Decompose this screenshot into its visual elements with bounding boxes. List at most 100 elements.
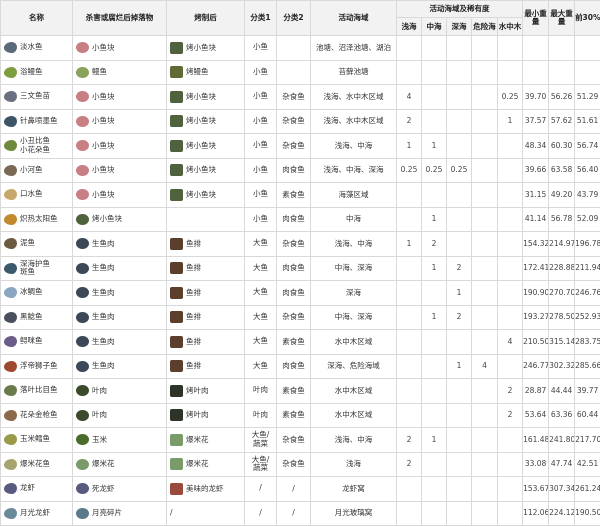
- table-row: 针鼻喷墨鱼小鱼块烤小鱼块小鱼杂食鱼浅海、水中木区域2137.5757.6251.…: [1, 109, 600, 134]
- sea-rarity: [472, 207, 498, 232]
- cooked-item-icon: [170, 91, 183, 103]
- table-row: 口水鱼小鱼块烤小鱼块小鱼素食鱼海藻区域31.1549.2043.79: [1, 183, 600, 208]
- drop-item-icon: [76, 238, 89, 249]
- cooked-item-icon: [170, 115, 183, 127]
- drop-item-icon: [76, 116, 89, 127]
- drop-item-icon: [76, 483, 89, 494]
- header-top30: 前30%: [575, 1, 600, 36]
- sea-rarity: [422, 477, 447, 502]
- header-drop: 杀害或腐烂后掉落物: [73, 1, 167, 36]
- max-weight: [549, 60, 575, 85]
- sea-rarity: [498, 158, 523, 183]
- top30-weight: 56.74: [575, 134, 600, 159]
- category-1: 小鱼: [245, 207, 277, 232]
- table-row: 淡水鱼小鱼块烤小鱼块小鱼池塘、沼泽池塘、湖泊: [1, 36, 600, 61]
- max-weight: 241.80: [549, 428, 575, 453]
- drop-item-icon: [76, 67, 89, 78]
- sea-rarity: [472, 452, 498, 477]
- activity-area: 浅海、中海: [311, 232, 397, 257]
- sea-rarity: [447, 183, 472, 208]
- cooked-item-label: 鱼排: [186, 264, 201, 272]
- category-2: 肉食鱼: [277, 256, 311, 281]
- cooked-item-label: 鱼排: [186, 313, 201, 321]
- min-weight: 39.66: [523, 158, 549, 183]
- category-2: [277, 36, 311, 61]
- fish-icon: [4, 140, 17, 151]
- cooked-item-label: 鱼排: [186, 338, 201, 346]
- drop-item-label: 生鱼肉: [92, 338, 115, 346]
- sea-rarity: [498, 207, 523, 232]
- table-row: 落叶比目鱼叶肉烤叶肉叶肉素食鱼水中木区域228.8744.4439.77: [1, 379, 600, 404]
- top30-weight: [575, 60, 600, 85]
- sea-rarity: [447, 232, 472, 257]
- sea-rarity: [397, 379, 422, 404]
- sea-rarity: [397, 60, 422, 85]
- drop-item-label: 玉米: [92, 436, 107, 444]
- top30-weight: 261.24: [575, 477, 600, 502]
- min-weight: 153.67: [523, 477, 549, 502]
- table-row: 小河鱼小鱼块烤小鱼块小鱼肉食鱼浅海、中海、深海0.250.250.2539.66…: [1, 158, 600, 183]
- cooked-item-icon: [170, 164, 183, 176]
- table-row: 三文鱼苗小鱼块烤小鱼块小鱼杂食鱼浅海、水中木区域40.2539.7056.265…: [1, 85, 600, 110]
- fish-icon: [4, 263, 17, 274]
- fish-name: 鲟咪鱼: [20, 337, 43, 346]
- category-2: 素食鱼: [277, 330, 311, 355]
- sea-rarity: [447, 85, 472, 110]
- cooked-item-label: 烤小鱼块: [186, 117, 216, 125]
- category-1: 大鱼: [245, 281, 277, 306]
- top30-weight: 60.44: [575, 403, 600, 428]
- sea-rarity: [472, 256, 498, 281]
- category-2: 肉食鱼: [277, 281, 311, 306]
- header-sea-danger: 危险海: [472, 18, 498, 36]
- activity-area: 中海: [311, 207, 397, 232]
- sea-rarity: [422, 36, 447, 61]
- max-weight: 315.14: [549, 330, 575, 355]
- category-2: 素食鱼: [277, 379, 311, 404]
- cooked-item-label: 烤叶肉: [186, 411, 209, 419]
- top30-weight: 42.51: [575, 452, 600, 477]
- category-1: 大鱼: [245, 330, 277, 355]
- sea-rarity: 2: [447, 305, 472, 330]
- fish-name: 爆米花鱼: [20, 460, 50, 469]
- top30-weight: 217.70: [575, 428, 600, 453]
- drop-item-label: 小鱼块: [92, 44, 115, 52]
- fish-icon: [4, 459, 17, 470]
- drop-item-label: 生鱼肉: [92, 313, 115, 321]
- sea-rarity: 1: [422, 428, 447, 453]
- sea-rarity: [397, 403, 422, 428]
- category-2: 肉食鱼: [277, 354, 311, 379]
- sea-rarity: [447, 477, 472, 502]
- category-1: 小鱼: [245, 60, 277, 85]
- fish-icon: [4, 410, 17, 421]
- cooked-item-icon: [170, 360, 183, 372]
- fish-name: 三文鱼苗: [20, 92, 50, 101]
- category-2: 肉食鱼: [277, 207, 311, 232]
- category-1: 小鱼: [245, 36, 277, 61]
- sea-rarity: [422, 379, 447, 404]
- cooked-item-icon: [170, 66, 183, 78]
- sea-rarity: 2: [447, 256, 472, 281]
- fish-icon: [4, 67, 17, 78]
- cooked-item-label: 烤叶肉: [186, 387, 209, 395]
- cooked-item-label: 烤小鱼块: [186, 191, 216, 199]
- cooked-item-label: /: [170, 509, 173, 517]
- sea-rarity: [498, 134, 523, 159]
- min-weight: 37.57: [523, 109, 549, 134]
- sea-rarity: [472, 330, 498, 355]
- header-sea-shallow: 浅海: [397, 18, 422, 36]
- max-weight: 228.88: [549, 256, 575, 281]
- min-weight: [523, 36, 549, 61]
- fish-icon: [4, 91, 17, 102]
- category-2: 杂食鱼: [277, 134, 311, 159]
- max-weight: 56.78: [549, 207, 575, 232]
- cooked-item-icon: [170, 42, 183, 54]
- max-weight: 44.44: [549, 379, 575, 404]
- cooked-item-icon: [170, 287, 183, 299]
- fish-name: 浴鳗鱼: [20, 68, 43, 77]
- sea-rarity: [397, 183, 422, 208]
- fish-icon: [4, 214, 17, 225]
- fish-icon: [4, 165, 17, 176]
- sea-rarity: 1: [447, 354, 472, 379]
- sea-rarity: [397, 36, 422, 61]
- activity-area: 海藻区域: [311, 183, 397, 208]
